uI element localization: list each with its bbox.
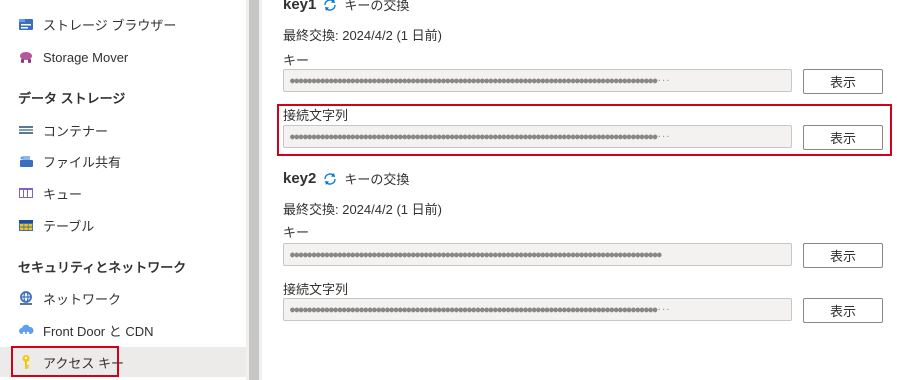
sidebar-item-front-door-cdn[interactable]: Front Door と CDN: [0, 315, 246, 345]
storage-mover-icon: [18, 49, 34, 65]
sidebar-item-label: Storage Mover: [43, 49, 129, 65]
sidebar-item-file-share[interactable]: ファイル共有: [0, 146, 246, 176]
sidebar-item-queue[interactable]: キュー: [0, 178, 246, 208]
key2-heading: key2 キーの交換: [283, 169, 409, 188]
key1-heading: key1 キーの交換: [283, 0, 409, 14]
sidebar-item-label: ストレージ ブラウザー: [43, 17, 177, 33]
sidebar-nav: ストレージ ブラウザー Storage Mover データ ストレージ コンテナ…: [0, 0, 246, 380]
sidebar-item-label: ファイル共有: [43, 154, 122, 170]
key1-last-rotated: 最終交換: 2024/4/2 (1 日前): [283, 28, 442, 43]
key2-key-label: キー: [283, 225, 310, 240]
sidebar-item-label: コンテナー: [43, 123, 109, 139]
key2-title: key2: [283, 170, 317, 187]
storage-browser-icon: [18, 16, 34, 32]
sidebar-item-table[interactable]: テーブル: [0, 210, 246, 240]
key2-key-masked-value: ●●●●●●●●●●●●●●●●●●●●●●●●●●●●●●●●●●●●●●●●…: [290, 250, 662, 259]
sidebar-item-label: Front Door と CDN: [43, 323, 154, 339]
cloud-icon: [18, 322, 34, 338]
rotate-key1-button[interactable]: キーの交換: [344, 0, 409, 14]
access-keys-panel: key1 キーの交換 最終交換: 2024/4/2 (1 日前) キー ●●●●…: [262, 0, 897, 380]
key1-key-masked-value: ●●●●●●●●●●●●●●●●●●●●●●●●●●●●●●●●●●●●●●●●…: [290, 76, 670, 85]
section-header-data-storage: データ ストレージ: [18, 91, 126, 106]
network-icon: [18, 290, 34, 306]
sidebar-item-network[interactable]: ネットワーク: [0, 283, 246, 313]
key1-key-field[interactable]: ●●●●●●●●●●●●●●●●●●●●●●●●●●●●●●●●●●●●●●●●…: [283, 69, 792, 92]
queue-icon: [18, 185, 34, 201]
table-icon: [18, 217, 34, 233]
section-header-security-network: セキュリティとネットワーク: [18, 260, 187, 275]
sidebar-scrollbar-thumb[interactable]: [249, 0, 259, 380]
file-share-icon: [18, 153, 34, 169]
key1-key-show-button[interactable]: 表示: [803, 69, 883, 94]
key2-connection-masked-value: ●●●●●●●●●●●●●●●●●●●●●●●●●●●●●●●●●●●●●●●●…: [290, 305, 670, 314]
container-icon: [18, 122, 34, 138]
access-keys-highlight-box: [11, 346, 119, 377]
sidebar-item-storage-mover[interactable]: Storage Mover: [0, 42, 246, 72]
rotate-key1-icon[interactable]: [322, 0, 338, 13]
connection-string-highlight-box: [277, 104, 892, 156]
sidebar-item-label: キュー: [43, 186, 83, 202]
sidebar-item-storage-browser[interactable]: ストレージ ブラウザー: [0, 9, 246, 39]
sidebar-item-label: ネットワーク: [43, 291, 122, 307]
key2-connection-show-button[interactable]: 表示: [803, 298, 883, 323]
key2-last-rotated: 最終交換: 2024/4/2 (1 日前): [283, 202, 442, 217]
key1-title: key1: [283, 0, 317, 13]
key2-key-field[interactable]: ●●●●●●●●●●●●●●●●●●●●●●●●●●●●●●●●●●●●●●●●…: [283, 243, 792, 266]
key1-key-label: キー: [283, 53, 310, 68]
rotate-key2-icon[interactable]: [322, 171, 338, 187]
rotate-key2-button[interactable]: キーの交換: [344, 169, 409, 188]
key2-connection-field[interactable]: ●●●●●●●●●●●●●●●●●●●●●●●●●●●●●●●●●●●●●●●●…: [283, 298, 792, 321]
key2-key-show-button[interactable]: 表示: [803, 243, 883, 268]
sidebar-item-container[interactable]: コンテナー: [0, 115, 246, 145]
sidebar-item-label: テーブル: [43, 218, 95, 234]
key2-connection-label: 接続文字列: [283, 282, 349, 297]
